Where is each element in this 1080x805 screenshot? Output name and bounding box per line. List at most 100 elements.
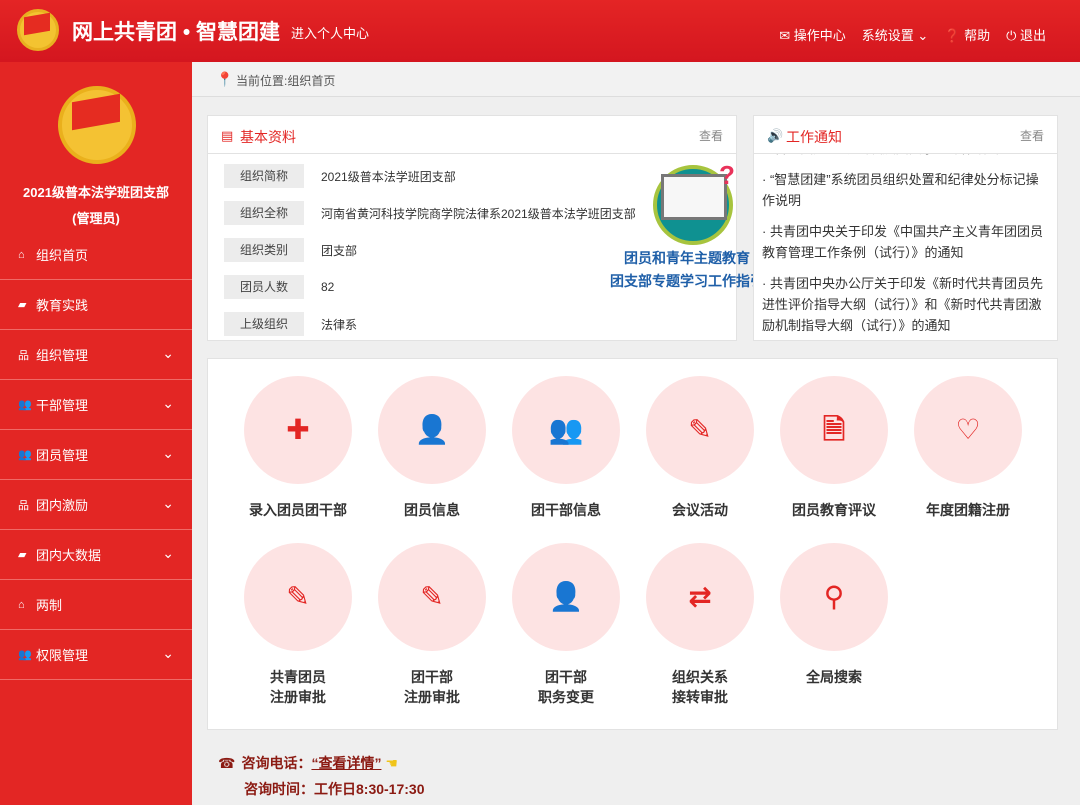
sidebar-item[interactable]: ▰ 教育实践: [0, 280, 192, 330]
tile-label: 团员信息: [404, 502, 460, 518]
location-pin-icon: 📍: [216, 71, 234, 87]
info-key: 上级组织: [224, 312, 304, 336]
sidebar-item-label: 两制: [36, 598, 63, 613]
logout-link[interactable]: ⏻ 退出: [1006, 25, 1046, 44]
volume-icon: 🔊: [767, 128, 784, 143]
sidebar-item[interactable]: ▰ 团内大数据 ⌄: [0, 530, 192, 580]
tile-label: 全局搜索: [806, 669, 862, 685]
info-key: 组织全称: [224, 201, 304, 225]
sidebar-item-label: 组织管理: [36, 348, 89, 363]
breadcrumb-text: 当前位置:组织首页: [236, 74, 336, 88]
label: 退出: [1019, 28, 1046, 43]
view-notice-link[interactable]: 查看: [1020, 127, 1044, 144]
info-value: 团支部: [321, 243, 358, 258]
tile-label: 团员教育评议: [792, 502, 876, 518]
pointing-hand-icon: ☚: [385, 755, 398, 771]
chevron-down-icon[interactable]: ⌄: [162, 345, 174, 362]
info-key: 组织类别: [224, 238, 304, 262]
info-row: 组织全称 河南省黄河科技学院商学院法律系2021级普本法学班团支部: [224, 201, 636, 225]
folder-icon: ▰: [18, 299, 27, 311]
operation-center-link[interactable]: ✉ 操作中心: [779, 25, 846, 44]
edit-square-icon: ✎: [244, 543, 352, 651]
tile-label: 组织关系 接转审批: [672, 669, 728, 705]
sidebar-item[interactable]: 品组织管理 ⌄: [0, 330, 192, 380]
users-icon: 👥: [18, 449, 32, 461]
info-row: 组织类别 团支部: [224, 238, 357, 262]
sitemap-icon: 品: [18, 499, 29, 512]
quick-action-tile[interactable]: 👥 团干部信息: [499, 376, 633, 520]
plus-square-icon: ✚: [244, 376, 352, 484]
tile-label: 团干部 注册审批: [404, 669, 460, 705]
personal-center-link[interactable]: 进入个人中心: [291, 23, 369, 42]
notice-list[interactable]: · “智慧团建”系统新发展团员录入操作指引 · “智慧团建”系统团员组织处置和纪律…: [762, 154, 1051, 340]
notice-item[interactable]: · 共青团中央关于印发《中国共产主义青年团团员教育管理工作条例（试行）》的通知: [762, 221, 1051, 263]
notice-item[interactable]: · 共青团中央办公厅关于印发《新时代共青团员先进性评价指导大纲（试行）》和《新时…: [762, 273, 1051, 336]
info-key: 团员人数: [224, 275, 304, 299]
quick-action-tile[interactable]: 🗎 团员教育评议: [767, 376, 901, 520]
folder-icon: ▰: [18, 549, 27, 561]
user-role: (管理员): [72, 211, 120, 226]
label: 操作中心: [793, 28, 846, 43]
chevron-down-icon[interactable]: ⌄: [162, 445, 174, 462]
sidebar-item[interactable]: ⌂ 两制: [0, 580, 192, 630]
org-name: 2021级普本法学班团支部: [23, 185, 169, 200]
app-title: 网上共青团 • 智慧团建: [72, 21, 281, 44]
league-emblem: [58, 86, 136, 164]
notice-item[interactable]: · “智慧团建”系统团员组织处置和纪律处分标记操作说明: [762, 169, 1051, 211]
contact-info: ☎ 咨询电话：“查看详情” ☚ 咨询时间：工作日8:30-17:30: [218, 750, 425, 802]
label: 帮助: [964, 28, 991, 43]
users-icon: 👥: [18, 649, 32, 661]
panel-title: 工作通知: [786, 129, 842, 145]
help-link[interactable]: ❓ 帮助: [944, 25, 990, 44]
banner-line1: 团员和青年主题教育: [624, 250, 750, 266]
sidebar-item[interactable]: 品团内激励 ⌄: [0, 480, 192, 530]
sidebar-item[interactable]: ⌂ 组织首页: [0, 230, 192, 280]
work-notice-panel: 🔊工作通知 查看 · “智慧团建”系统新发展团员录入操作指引 · “智慧团建”系统团…: [753, 115, 1058, 341]
tile-label: 录入团员团干部: [249, 502, 347, 518]
info-row: 组织简称 2021级普本法学班团支部: [224, 164, 456, 188]
quick-action-tile[interactable]: ✎ 会议活动: [633, 376, 767, 520]
edit-square-icon: ✎: [378, 543, 486, 651]
sitemap-icon: 品: [18, 349, 29, 362]
quick-action-tile[interactable]: ♡ 年度团籍注册: [901, 376, 1035, 520]
quick-action-tile[interactable]: 👤 团员信息: [365, 376, 499, 520]
sidebar-item[interactable]: 👥 权限管理 ⌄: [0, 630, 192, 680]
home-icon: ⌂: [18, 598, 25, 611]
sidebar-item-label: 干部管理: [36, 398, 89, 413]
list-icon: ▤: [221, 128, 234, 143]
chevron-down-icon[interactable]: ⌄: [162, 545, 174, 562]
theme-education-banner[interactable]: ? 团员和青年主题教育 团支部专题学习工作指引: [607, 160, 767, 290]
quick-action-tile[interactable]: ✚ 录入团员团干部: [231, 376, 365, 520]
user-icon: 👤: [378, 376, 486, 484]
quick-action-tile[interactable]: ✎ 共青团员 注册审批: [231, 543, 365, 707]
view-details-link[interactable]: “查看详情”: [311, 755, 381, 771]
home-icon: ⌂: [18, 248, 25, 261]
sidebar-item-label: 教育实践: [36, 298, 89, 313]
chevron-down-icon[interactable]: ⌄: [162, 645, 174, 662]
file-text-icon: 🗎: [780, 376, 888, 484]
sidebar-item-label: 权限管理: [36, 648, 89, 663]
users-icon: 👥: [18, 399, 32, 411]
retweet-icon: ⇄: [646, 543, 754, 651]
panel-title: 基本资料: [240, 129, 296, 145]
sidebar-item[interactable]: 👥 干部管理 ⌄: [0, 380, 192, 430]
label: 系统设置: [861, 28, 914, 43]
quick-action-tile[interactable]: ⚲ 全局搜索: [767, 543, 901, 687]
sidebar: 2021级普本法学班团支部 (管理员) ⌂ 组织首页 ▰ 教育实践品组织管理 ⌄ 👥 干部管…: [0, 62, 192, 805]
quick-action-tile[interactable]: ✎ 团干部 注册审批: [365, 543, 499, 707]
chevron-down-icon[interactable]: ⌄: [162, 495, 174, 512]
system-settings-menu[interactable]: 系统设置 ⌄: [862, 25, 929, 44]
tile-label: 年度团籍注册: [926, 502, 1010, 518]
tile-label: 会议活动: [672, 502, 728, 518]
chevron-down-icon[interactable]: ⌄: [162, 395, 174, 412]
notice-item[interactable]: · “智慧团建”系统新发展团员录入操作指引: [762, 154, 1051, 159]
sidebar-item[interactable]: 👥 团员管理 ⌄: [0, 430, 192, 480]
view-basic-link[interactable]: 查看: [699, 127, 723, 144]
sidebar-item-label: 团员管理: [36, 448, 89, 463]
quick-action-tile[interactable]: 👤 团干部 职务变更: [499, 543, 633, 707]
users-icon: 👥: [512, 376, 620, 484]
sidebar-item-label: 组织首页: [36, 248, 89, 263]
sidebar-item-label: 团内激励: [36, 498, 89, 513]
league-logo: [17, 9, 59, 51]
quick-action-tile[interactable]: ⇄ 组织关系 接转审批: [633, 543, 767, 707]
